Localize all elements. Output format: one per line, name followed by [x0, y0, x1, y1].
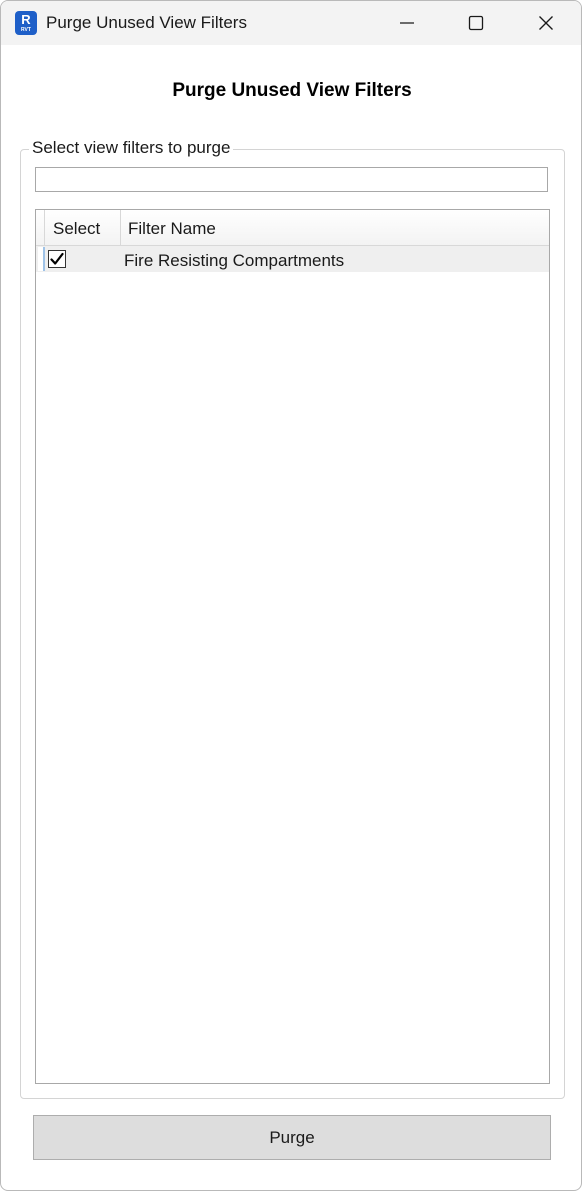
purge-button[interactable]: Purge — [33, 1115, 551, 1160]
column-header-select[interactable]: Select — [53, 210, 100, 245]
filters-grid[interactable]: Select Filter Name Fire Resisting Compar… — [35, 209, 550, 1084]
search-input[interactable] — [35, 167, 548, 192]
maximize-icon — [468, 15, 484, 31]
page-heading: Purge Unused View Filters — [172, 80, 412, 101]
minimize-button[interactable] — [379, 1, 435, 45]
filter-name-cell: Fire Resisting Compartments — [124, 251, 345, 270]
column-divider[interactable] — [120, 210, 121, 245]
title-bar[interactable]: R RVT Purge Unused View Filters — [1, 1, 581, 45]
checkmark-icon — [50, 252, 64, 265]
app-icon-caption: RVT — [21, 27, 31, 33]
maximize-button[interactable] — [448, 1, 504, 45]
revit-app-icon: R RVT — [15, 11, 37, 35]
table-row[interactable]: Fire Resisting Compartments — [36, 246, 549, 272]
minimize-icon — [400, 22, 414, 24]
column-header-filter-name[interactable]: Filter Name — [128, 210, 216, 245]
grid-header: Select Filter Name — [36, 210, 549, 246]
select-checkbox[interactable] — [48, 250, 66, 268]
row-header-marker[interactable] — [38, 247, 45, 271]
purge-filters-window: R RVT Purge Unused View Filters Purge Un… — [0, 0, 582, 1191]
app-icon-letter: R — [21, 12, 31, 27]
group-label: Select view filters to purge — [29, 138, 234, 158]
window-title: Purge Unused View Filters — [46, 13, 247, 32]
close-icon — [539, 16, 553, 30]
close-button[interactable] — [518, 1, 574, 45]
row-header-corner — [36, 210, 45, 245]
